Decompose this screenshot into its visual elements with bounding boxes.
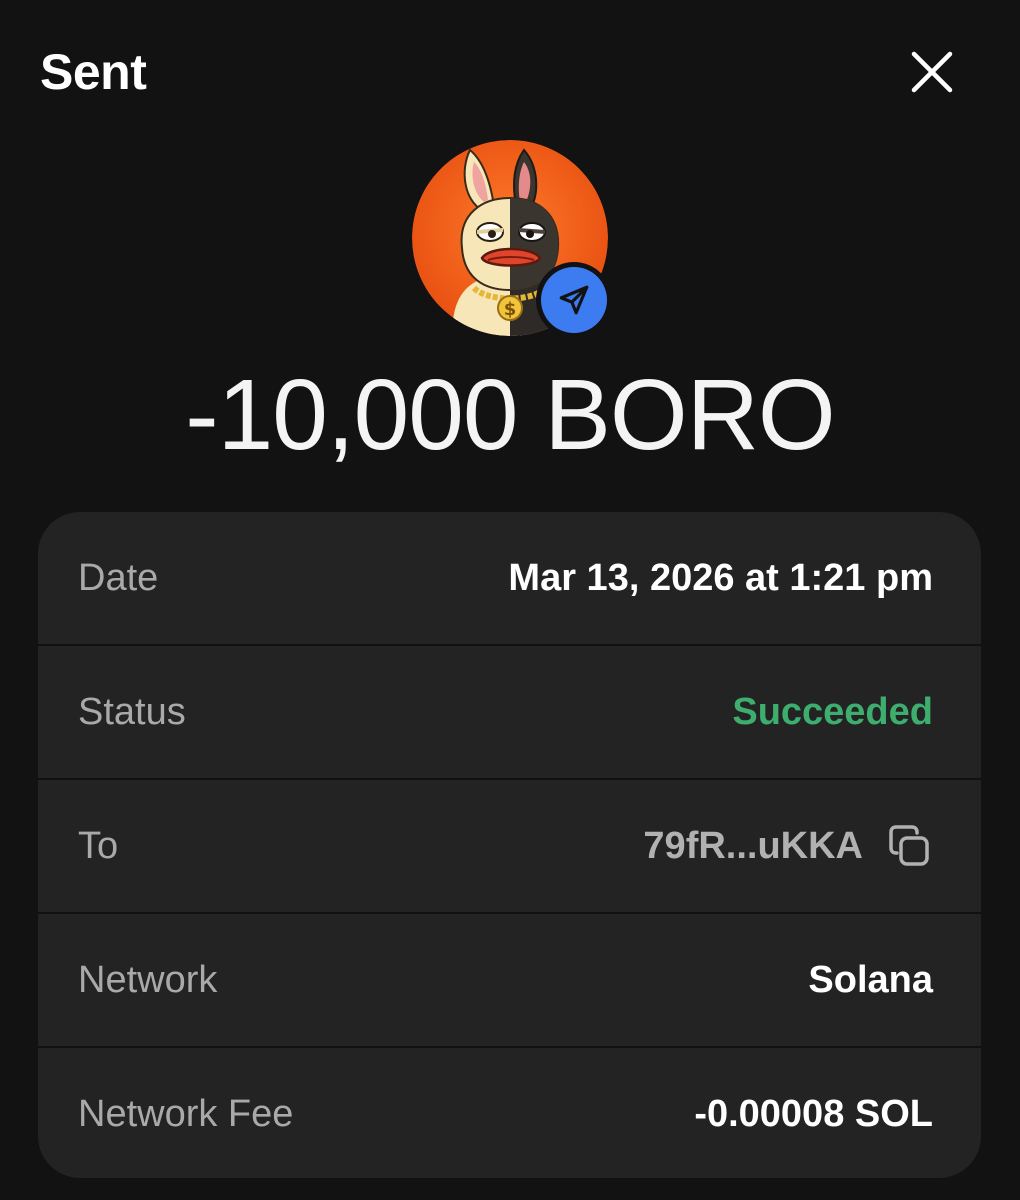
transaction-details-card: Date Mar 13, 2026 at 1:21 pm Status Succ… xyxy=(38,512,981,1178)
to-value-group: 79fR...uKKA xyxy=(643,822,933,870)
status-value: Succeeded xyxy=(732,690,933,733)
detail-row-to: To 79fR...uKKA xyxy=(38,780,981,912)
token-avatar-group: $ xyxy=(412,140,612,338)
copy-icon xyxy=(889,825,929,866)
svg-text:$: $ xyxy=(504,299,517,320)
to-label: To xyxy=(78,824,119,867)
transaction-amount: -10,000 BORO xyxy=(185,359,835,471)
send-badge xyxy=(536,262,612,338)
close-button[interactable] xyxy=(900,40,964,104)
detail-row-fee: Network Fee -0.00008 SOL xyxy=(38,1048,981,1178)
date-value: Mar 13, 2026 at 1:21 pm xyxy=(508,556,933,599)
close-icon xyxy=(911,51,953,93)
detail-row-date: Date Mar 13, 2026 at 1:21 pm xyxy=(38,512,981,644)
status-label: Status xyxy=(78,690,186,733)
send-arrow-icon xyxy=(559,285,589,315)
network-label: Network xyxy=(78,958,218,1001)
detail-row-network: Network Solana xyxy=(38,914,981,1046)
network-value: Solana xyxy=(808,958,933,1001)
page-title: Sent xyxy=(40,44,147,100)
detail-row-status: Status Succeeded xyxy=(38,646,981,778)
fee-label: Network Fee xyxy=(78,1092,294,1135)
fee-value: -0.00008 SOL xyxy=(694,1092,933,1135)
recipient-address[interactable]: 79fR...uKKA xyxy=(643,825,863,868)
date-label: Date xyxy=(78,556,159,599)
copy-address-button[interactable] xyxy=(885,822,933,870)
